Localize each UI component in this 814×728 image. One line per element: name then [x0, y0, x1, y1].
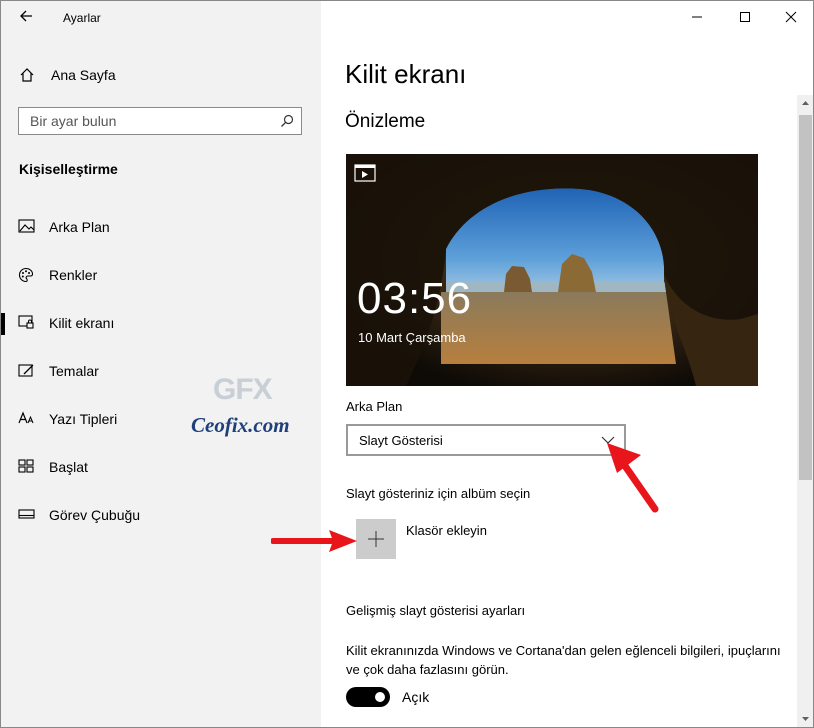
toggle-knob — [375, 692, 385, 702]
sidebar-item-label: Temalar — [49, 363, 99, 379]
fonts-icon — [18, 411, 34, 424]
section-title: Kişiselleştirme — [19, 161, 118, 177]
sidebar: Ayarlar Ana Sayfa Kişiselleştirme Arka P… — [1, 1, 321, 727]
scroll-up-button[interactable] — [797, 95, 813, 111]
app-title: Ayarlar — [63, 11, 101, 25]
sidebar-item-label: Arka Plan — [49, 219, 110, 235]
home-link[interactable]: Ana Sayfa — [1, 63, 321, 89]
preview-date: 10 Mart Çarşamba — [358, 330, 466, 345]
scroll-down-button[interactable] — [797, 711, 813, 727]
settings-window: Ayarlar Ana Sayfa Kişiselleştirme Arka P… — [0, 0, 814, 728]
add-folder-button[interactable] — [356, 519, 396, 559]
album-label: Slayt gösteriniz için albüm seçin — [346, 486, 531, 501]
slideshow-icon — [354, 164, 376, 182]
lock-screen-preview: 03:56 10 Mart Çarşamba — [346, 154, 758, 386]
lock-screen-icon — [18, 315, 34, 329]
fun-facts-toggle[interactable] — [346, 687, 390, 707]
sidebar-item-colors[interactable]: Renkler — [1, 260, 321, 290]
cave-beach-image — [346, 154, 758, 386]
plus-icon — [368, 531, 384, 547]
fun-facts-description: Kilit ekranınızda Windows ve Cortana'dan… — [346, 643, 781, 677]
watermark-site: Ceofix.com — [191, 413, 290, 437]
toggle-state-label: Açık — [402, 689, 430, 705]
scroll-down-icon — [802, 717, 809, 721]
preview-heading: Önizleme — [345, 111, 426, 132]
watermark-logo: GFX — [213, 373, 273, 406]
taskbar-icon — [18, 509, 35, 519]
scroll-up-icon — [802, 101, 809, 105]
active-indicator — [1, 313, 5, 335]
minimize-icon — [692, 16, 702, 18]
add-folder-label[interactable]: Klasör ekleyin — [406, 523, 487, 538]
back-button[interactable] — [19, 9, 35, 27]
back-arrow-icon — [20, 10, 32, 22]
sidebar-item-start[interactable]: Başlat — [1, 452, 321, 482]
red-arrow-icon — [271, 530, 357, 552]
scrollbar[interactable] — [797, 95, 813, 727]
sidebar-item-label: Başlat — [49, 459, 88, 475]
advanced-slideshow-link[interactable]: Gelişmiş slayt gösterisi ayarları — [346, 603, 525, 618]
palette-icon — [18, 267, 34, 283]
background-value: Slayt Gösterisi — [359, 433, 443, 448]
picture-icon — [18, 219, 35, 233]
sidebar-item-lock-screen[interactable]: Kilit ekranı — [1, 308, 321, 338]
maximize-button[interactable] — [721, 1, 769, 35]
sidebar-item-label: Yazı Tipleri — [49, 411, 118, 427]
sidebar-item-label: Renkler — [49, 267, 98, 283]
close-button[interactable] — [767, 1, 813, 35]
home-icon — [20, 68, 34, 82]
background-label: Arka Plan — [346, 399, 403, 414]
sidebar-item-label: Kilit ekranı — [49, 315, 115, 331]
preview-clock: 03:56 — [357, 274, 473, 323]
page-title: Kilit ekranı — [345, 59, 467, 89]
sidebar-item-taskbar[interactable]: Görev Çubuğu — [1, 500, 321, 530]
start-icon — [18, 459, 34, 473]
scrollbar-thumb[interactable] — [799, 115, 812, 480]
search-icon[interactable] — [280, 114, 294, 128]
search-input[interactable] — [19, 108, 274, 134]
home-label: Ana Sayfa — [51, 67, 116, 83]
sidebar-item-background[interactable]: Arka Plan — [1, 212, 321, 242]
close-icon — [785, 11, 797, 23]
red-arrow-icon — [607, 443, 659, 513]
minimize-button[interactable] — [673, 1, 721, 35]
themes-icon — [18, 364, 34, 377]
maximize-icon — [740, 12, 750, 22]
sidebar-item-label: Görev Çubuğu — [49, 507, 141, 523]
background-dropdown[interactable]: Slayt Gösterisi — [346, 424, 626, 456]
watermark: GFX Ceofix.com — [191, 373, 321, 443]
search-box[interactable] — [18, 107, 302, 135]
